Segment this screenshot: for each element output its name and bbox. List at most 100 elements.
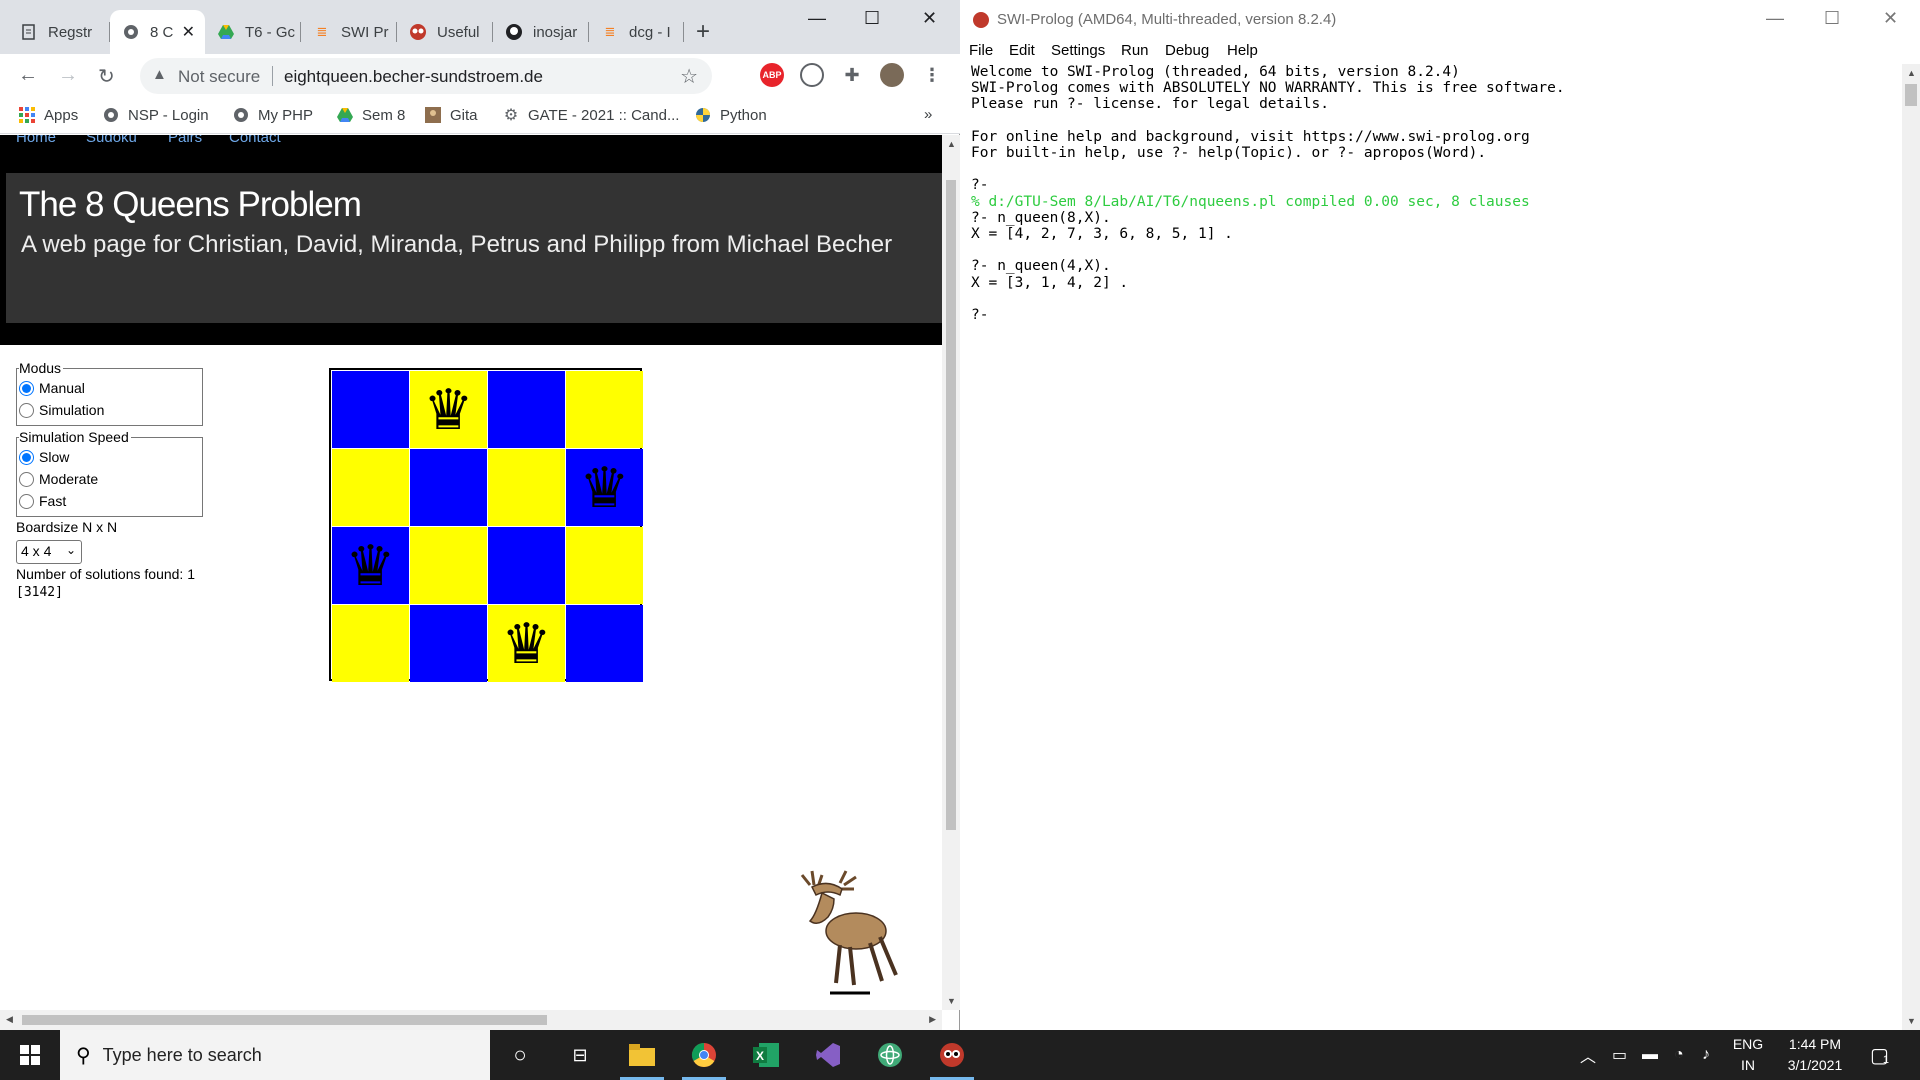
menu-debug[interactable]: Debug (1165, 42, 1209, 59)
visual-studio-icon[interactable] (798, 1030, 858, 1080)
close-icon[interactable]: ✕ (1883, 8, 1898, 29)
bookmark-gate[interactable]: ⚙ GATE - 2021 :: Cand... (502, 106, 680, 125)
atom-icon[interactable] (860, 1030, 920, 1080)
swi-prolog-icon[interactable] (922, 1030, 982, 1080)
battery-icon[interactable]: ▬ (1642, 1030, 1658, 1080)
prolog-console[interactable]: Welcome to SWI-Prolog (threaded, 64 bits… (971, 64, 1891, 323)
close-tab-icon[interactable]: ✕ (182, 22, 195, 42)
menu-settings[interactable]: Settings (1051, 42, 1105, 59)
excel-icon[interactable]: X (736, 1030, 796, 1080)
page-horizontal-scrollbar[interactable]: ◀ ▶ (0, 1010, 942, 1030)
address-bar[interactable]: ▲ Not secure eightqueen.becher-sundstroe… (140, 58, 712, 94)
board-cell[interactable]: ♛ (488, 605, 565, 682)
board-cell[interactable] (410, 527, 487, 604)
tab-inosjar[interactable]: inosjar (493, 10, 589, 54)
queen-icon[interactable]: ♛ (579, 459, 629, 516)
bookmark-python[interactable]: Python (694, 106, 767, 124)
board-cell[interactable]: ♛ (566, 449, 643, 526)
board-cell[interactable] (332, 371, 409, 448)
tab-useful[interactable]: Useful (397, 10, 493, 54)
windows-start-icon[interactable] (0, 1030, 60, 1080)
menu-help[interactable]: Help (1227, 42, 1258, 59)
page-vertical-scrollbar[interactable]: ▲ ▼ (942, 135, 960, 1010)
queen-icon[interactable]: ♛ (423, 381, 473, 438)
tab-swi-prolog[interactable]: ≣ SWI Pr (301, 10, 397, 54)
radio-button[interactable] (19, 380, 34, 396)
taskbar-search[interactable]: ⚲ Type here to search (60, 1030, 490, 1080)
back-icon[interactable]: ← (18, 64, 38, 87)
board-cell[interactable] (488, 527, 565, 604)
file-explorer-icon[interactable] (612, 1030, 672, 1080)
menu-dots-icon[interactable]: ⋮ (920, 63, 944, 87)
bookmark-my-php[interactable]: My PHP (232, 106, 313, 124)
nav-contact[interactable]: Contact (229, 135, 281, 146)
scroll-thumb[interactable] (946, 180, 956, 830)
avatar[interactable] (880, 63, 904, 87)
nav-sudoku[interactable]: Sudoku (86, 135, 137, 146)
scroll-thumb[interactable] (22, 1015, 547, 1025)
close-icon[interactable]: ✕ (922, 8, 937, 29)
queen-icon[interactable]: ♛ (501, 615, 551, 672)
radio-button[interactable] (19, 471, 34, 487)
nav-home[interactable]: Home (16, 135, 56, 146)
radio-simulation[interactable]: Simulation (19, 402, 104, 418)
extension-circle-icon[interactable] (800, 63, 824, 87)
board-cell[interactable] (566, 371, 643, 448)
board-cell[interactable]: ♛ (332, 527, 409, 604)
url-text[interactable]: eightqueen.becher-sundstroem.de (284, 67, 543, 87)
board-cell[interactable] (410, 449, 487, 526)
volume-icon[interactable]: ♪ (1702, 1030, 1710, 1080)
language-indicator[interactable]: ENG IN (1730, 1034, 1766, 1076)
board-cell[interactable] (488, 449, 565, 526)
warning-icon[interactable]: ▲ (152, 66, 167, 83)
clock[interactable]: 1:44 PM 3/1/2021 (1780, 1034, 1850, 1076)
board-cell[interactable]: ♛ (410, 371, 487, 448)
radio-button[interactable] (19, 493, 34, 509)
task-view-icon[interactable]: ⊟ (550, 1030, 610, 1080)
bookmark-star-icon[interactable]: ☆ (680, 64, 698, 89)
nav-pairs[interactable]: Pairs (168, 135, 202, 146)
radio-button[interactable] (19, 449, 34, 465)
menu-run[interactable]: Run (1121, 42, 1149, 59)
tab-t6[interactable]: T6 - Gc (205, 10, 301, 54)
radio-button[interactable] (19, 402, 34, 418)
minimize-icon[interactable]: — (1766, 8, 1784, 29)
chess-board[interactable]: ♛ ♛ ♛ ♛ (329, 368, 643, 682)
new-tab-button[interactable]: + (696, 18, 710, 46)
show-hidden-icons-icon[interactable]: ︿ (1580, 1030, 1596, 1080)
minimize-icon[interactable]: — (808, 8, 826, 29)
reload-icon[interactable]: ↻ (98, 64, 115, 89)
forward-icon[interactable]: → (58, 64, 78, 87)
security-label[interactable]: Not secure (178, 67, 260, 87)
radio-fast[interactable]: Fast (19, 493, 66, 509)
notification-center-icon[interactable]: ▢ 1 (1870, 1030, 1889, 1080)
meet-now-icon[interactable]: ▭ (1612, 1030, 1627, 1080)
board-cell[interactable] (410, 605, 487, 682)
maximize-icon[interactable]: ☐ (864, 8, 880, 29)
board-cell[interactable] (566, 605, 643, 682)
scroll-thumb[interactable] (1905, 84, 1917, 106)
console-scrollbar[interactable]: ▲ ▼ (1902, 64, 1920, 1030)
bookmark-gita[interactable]: Gita (424, 106, 478, 124)
board-cell[interactable] (488, 371, 565, 448)
chrome-icon[interactable] (674, 1030, 734, 1080)
tab-8-queens[interactable]: 8 C ✕ (110, 10, 205, 54)
radio-slow[interactable]: Slow (19, 449, 69, 465)
board-cell[interactable] (332, 449, 409, 526)
board-cell[interactable] (566, 527, 643, 604)
board-cell[interactable] (332, 605, 409, 682)
puzzle-icon[interactable]: ✚ (840, 63, 864, 87)
bookmark-sem8[interactable]: Sem 8 (336, 106, 405, 124)
radio-moderate[interactable]: Moderate (19, 471, 98, 487)
bookmarks-overflow-icon[interactable]: » (924, 106, 932, 123)
cortana-icon[interactable]: ○ (490, 1030, 550, 1080)
maximize-icon[interactable]: ☐ (1824, 8, 1840, 29)
boardsize-select[interactable]: 4 x 4 ⌄ (16, 540, 82, 564)
adblock-icon[interactable]: ABP (760, 63, 784, 87)
tab-regstr[interactable]: Regstr (8, 10, 110, 54)
bookmark-apps[interactable]: Apps (18, 106, 78, 124)
wifi-icon[interactable]: ◔ (1674, 1030, 1684, 1080)
menu-edit[interactable]: Edit (1009, 42, 1035, 59)
bookmark-nsp-login[interactable]: NSP - Login (102, 106, 209, 124)
menu-file[interactable]: File (969, 42, 993, 59)
